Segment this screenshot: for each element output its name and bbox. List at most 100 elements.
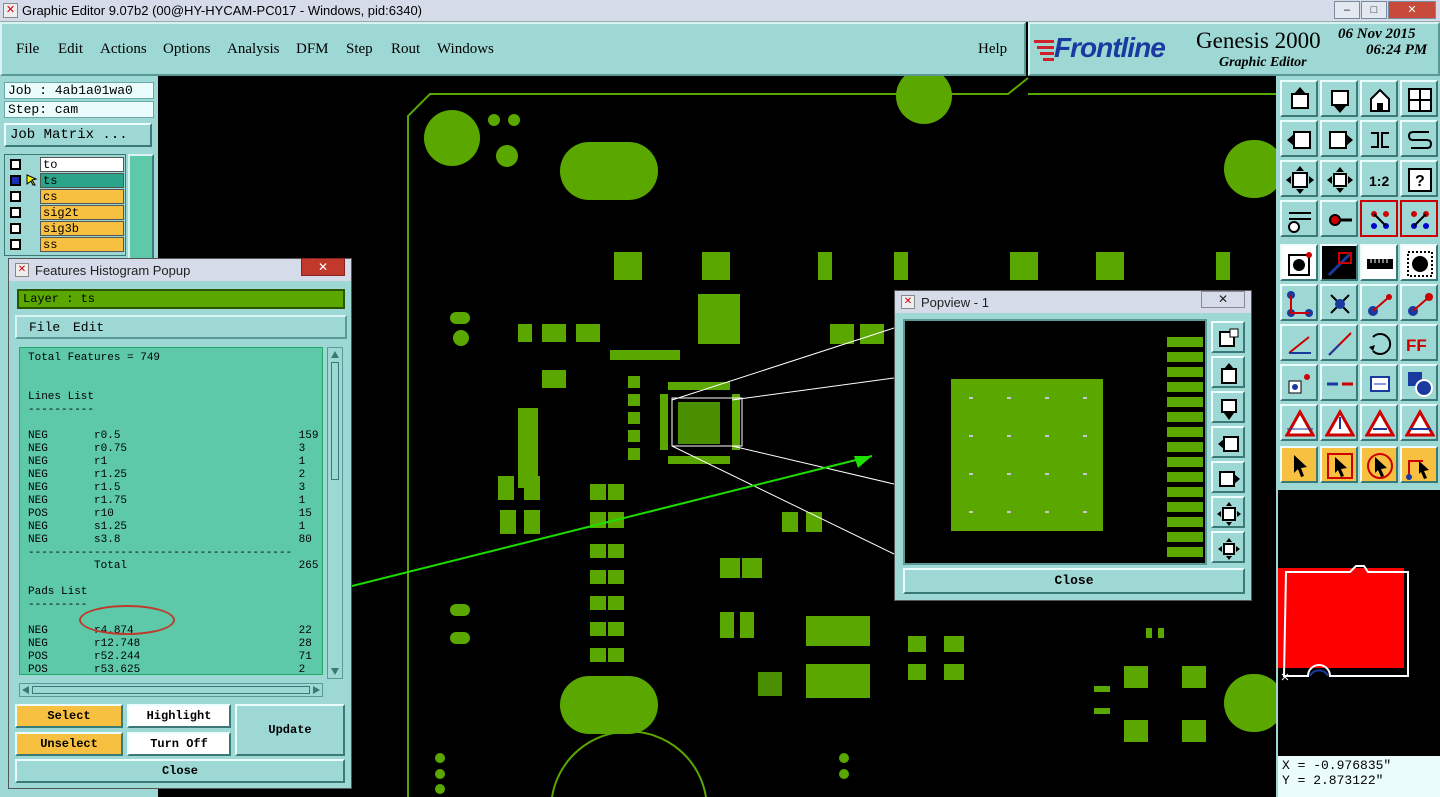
histogram-horizontal-scrollbar[interactable] bbox=[19, 683, 323, 697]
layer-row-ss[interactable]: ss bbox=[6, 237, 124, 252]
zoom-fit-icon[interactable] bbox=[1280, 160, 1318, 197]
layer-list-scrollbar[interactable] bbox=[128, 154, 154, 274]
histogram-menu-file[interactable]: File bbox=[29, 320, 60, 335]
scroll-up-icon[interactable] bbox=[331, 350, 339, 358]
rotate-icon[interactable] bbox=[1360, 324, 1398, 361]
layer-checkbox[interactable] bbox=[10, 223, 21, 234]
layer-row-sig2t[interactable]: sig2t bbox=[6, 205, 124, 220]
menu-bar: File Edit Actions Options Analysis DFM S… bbox=[0, 22, 1026, 76]
triangle-up-icon[interactable] bbox=[1320, 404, 1358, 441]
zoom-in-icon[interactable] bbox=[1320, 160, 1358, 197]
line-add-icon[interactable] bbox=[1320, 244, 1358, 281]
triangle-arrow-icon[interactable] bbox=[1360, 404, 1398, 441]
histogram-vertical-scrollbar[interactable] bbox=[327, 347, 343, 679]
menu-rout[interactable]: Rout bbox=[391, 41, 420, 58]
layer-name: sig2t bbox=[40, 205, 124, 220]
job-matrix-button[interactable]: Job Matrix ... bbox=[4, 123, 152, 147]
popview-zoom-window-icon[interactable] bbox=[1211, 321, 1245, 353]
diagonal-line-icon[interactable] bbox=[1320, 324, 1358, 361]
scroll-right-icon[interactable] bbox=[313, 686, 320, 694]
unselect-button[interactable]: Unselect bbox=[15, 732, 123, 756]
measure-tool-icon[interactable] bbox=[1280, 200, 1318, 237]
pan-left-icon[interactable] bbox=[1280, 120, 1318, 157]
highlight-button[interactable]: Highlight bbox=[127, 704, 231, 728]
menu-actions[interactable]: Actions bbox=[100, 41, 147, 58]
popview-zoom-drawing bbox=[951, 337, 1203, 557]
scroll-left-icon[interactable] bbox=[22, 686, 29, 694]
resize-box-icon[interactable] bbox=[1360, 364, 1398, 401]
menu-step[interactable]: Step bbox=[346, 41, 373, 58]
popview-zoom-in-icon[interactable] bbox=[1211, 531, 1245, 563]
net-blue-icon[interactable] bbox=[1400, 200, 1438, 237]
house-icon[interactable] bbox=[1360, 80, 1398, 117]
menu-edit[interactable]: Edit bbox=[58, 41, 83, 58]
layer-row-sig3b[interactable]: sig3b bbox=[6, 221, 124, 236]
group-shapes-icon[interactable] bbox=[1400, 364, 1438, 401]
select-circle-cursor-icon[interactable] bbox=[1360, 446, 1398, 483]
scroll-down-icon[interactable] bbox=[331, 668, 339, 676]
select-button[interactable]: Select bbox=[15, 704, 123, 728]
angle-tool-icon[interactable] bbox=[1280, 324, 1318, 361]
histogram-line: NEG r12.748 28 bbox=[28, 638, 312, 650]
layer-checkbox[interactable] bbox=[10, 239, 21, 250]
layer-name: sig3b bbox=[40, 221, 124, 236]
move-node-icon[interactable] bbox=[1360, 284, 1398, 321]
scale-one-to-two-icon[interactable]: 1:2 bbox=[1360, 160, 1398, 197]
popview-pan-left-icon[interactable] bbox=[1211, 426, 1245, 458]
layer-checkbox[interactable] bbox=[10, 191, 21, 202]
mirror-icon[interactable] bbox=[1360, 120, 1398, 157]
help-icon[interactable]: ? bbox=[1400, 160, 1438, 197]
split-view-icon[interactable] bbox=[1400, 80, 1438, 117]
menu-help[interactable]: Help bbox=[978, 41, 1007, 58]
popview-close-x-button[interactable]: ✕ bbox=[1201, 291, 1245, 308]
histogram-close-button[interactable]: Close bbox=[15, 759, 345, 783]
hscroll-thumb[interactable] bbox=[32, 686, 310, 694]
pan-right-icon[interactable] bbox=[1320, 120, 1358, 157]
select-net-cursor-icon[interactable] bbox=[1400, 446, 1438, 483]
break-line-icon[interactable] bbox=[1320, 364, 1358, 401]
minimize-button[interactable]: – bbox=[1334, 1, 1360, 19]
triangle-measure-icon[interactable] bbox=[1400, 404, 1438, 441]
cross-node-icon[interactable] bbox=[1320, 284, 1358, 321]
layer-row-ts[interactable]: ts bbox=[6, 173, 124, 188]
menu-windows[interactable]: Windows bbox=[437, 41, 494, 58]
layer-row-cs[interactable]: cs bbox=[6, 189, 124, 204]
popview-canvas[interactable] bbox=[903, 319, 1207, 565]
zoom-home-icon[interactable] bbox=[1280, 80, 1318, 117]
close-window-button[interactable]: ✕ bbox=[1388, 1, 1436, 19]
update-button[interactable]: Update bbox=[235, 704, 345, 756]
layer-checkbox[interactable] bbox=[10, 175, 21, 186]
scroll-thumb[interactable] bbox=[331, 362, 339, 480]
mirror-text-icon[interactable]: FF bbox=[1400, 324, 1438, 361]
histogram-menu-edit[interactable]: Edit bbox=[73, 320, 104, 335]
popview-zoom-down-icon[interactable] bbox=[1211, 391, 1245, 423]
popview-close-button[interactable]: Close bbox=[903, 568, 1245, 594]
menu-file[interactable]: File bbox=[16, 41, 39, 58]
popview-zoom-fit-icon[interactable] bbox=[1211, 496, 1245, 528]
layer-checkbox[interactable] bbox=[10, 159, 21, 170]
s-curve-icon[interactable] bbox=[1400, 120, 1438, 157]
key-icon[interactable] bbox=[1320, 200, 1358, 237]
layer-row-to[interactable]: to bbox=[6, 157, 124, 172]
move-node-alt-icon[interactable] bbox=[1400, 284, 1438, 321]
histogram-close-x-button[interactable]: ✕ bbox=[301, 258, 345, 276]
maximize-button[interactable]: □ bbox=[1361, 1, 1387, 19]
select-box-cursor-icon[interactable] bbox=[1320, 446, 1358, 483]
ruler-icon[interactable] bbox=[1360, 244, 1398, 281]
popview-pan-right-icon[interactable] bbox=[1211, 461, 1245, 493]
triangle-fill-icon[interactable] bbox=[1280, 404, 1318, 441]
select-cursor-icon[interactable] bbox=[1280, 446, 1318, 483]
snap-point-icon[interactable] bbox=[1280, 364, 1318, 401]
menu-dfm[interactable]: DFM bbox=[296, 41, 329, 58]
zoom-down-icon[interactable] bbox=[1320, 80, 1358, 117]
pad-add-icon[interactable] bbox=[1280, 244, 1318, 281]
popview-zoom-home-icon[interactable] bbox=[1211, 356, 1245, 388]
net-red-icon[interactable] bbox=[1360, 200, 1398, 237]
layer-checkbox[interactable] bbox=[10, 207, 21, 218]
dotted-pad-icon[interactable] bbox=[1400, 244, 1438, 281]
overview-map[interactable] bbox=[1278, 488, 1440, 756]
connect-nodes-icon[interactable] bbox=[1280, 284, 1318, 321]
menu-analysis[interactable]: Analysis bbox=[227, 41, 280, 58]
menu-options[interactable]: Options bbox=[163, 41, 211, 58]
turn-off-button[interactable]: Turn Off bbox=[127, 732, 231, 756]
